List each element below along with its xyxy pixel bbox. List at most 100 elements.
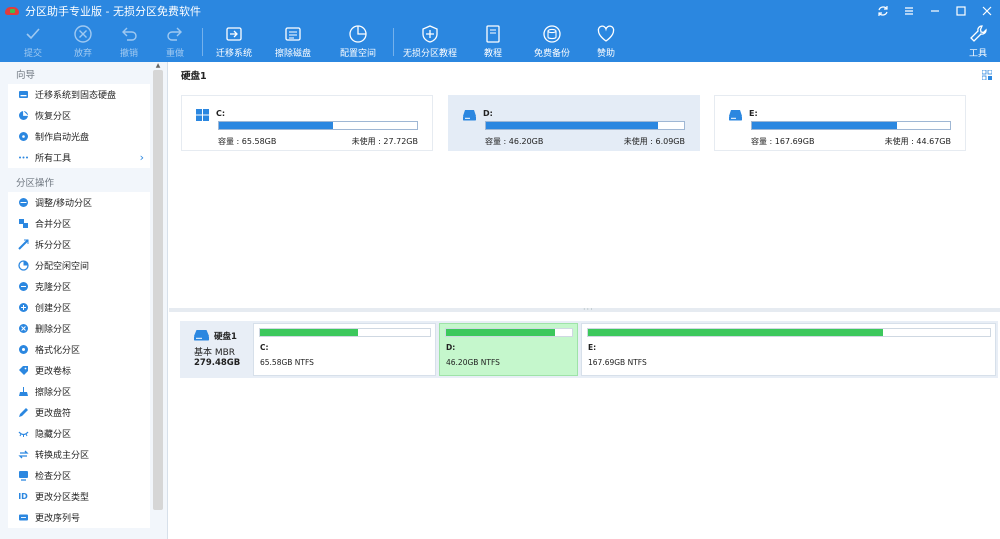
pie-chart-icon xyxy=(348,24,368,44)
disk-name: 硬盘1 xyxy=(214,332,237,342)
maximize-icon[interactable] xyxy=(954,4,968,18)
tag-icon xyxy=(17,365,29,377)
partition-name: E: xyxy=(588,343,597,352)
sidebar-item-all-tools[interactable]: 所有工具 › xyxy=(8,147,150,168)
volume-free: 未使用 : 27.72GB xyxy=(351,137,418,146)
partition-usage-fill xyxy=(588,329,884,336)
sidebar-item-check[interactable]: 检查分区 xyxy=(8,465,150,486)
migrate-system-button[interactable]: 迁移系统 xyxy=(206,24,262,60)
tutorial-button[interactable]: 教程 xyxy=(465,24,521,60)
wizard-section-title: 向导 xyxy=(16,70,36,81)
partition-usage-bar xyxy=(587,328,991,337)
sidebar-item-convert-primary[interactable]: 转换成主分区 xyxy=(8,444,150,465)
sidebar-item-recover-partition[interactable]: 恢复分区 xyxy=(8,105,150,126)
sidebar-scrollbar[interactable] xyxy=(153,70,163,510)
free-backup-button[interactable]: 免费备份 xyxy=(524,24,580,60)
sidebar-item-bootable-disc[interactable]: 制作启动光盘 xyxy=(8,126,150,147)
volume-card-e[interactable]: E: 容量 : 167.69GB 未使用 : 44.67GB xyxy=(714,95,966,151)
redo-button[interactable]: 重做 xyxy=(147,24,203,60)
scroll-up-arrow[interactable]: ▲ xyxy=(153,62,163,70)
toolbar-separator xyxy=(202,28,203,56)
partition-desc: 167.69GB NTFS xyxy=(588,358,647,367)
sidebar-item-change-label[interactable]: 更改卷标 xyxy=(8,360,150,381)
redo-icon xyxy=(165,24,185,44)
sidebar-item-format[interactable]: 格式化分区 xyxy=(8,339,150,360)
ssd-migrate-icon xyxy=(17,89,29,101)
partition-name: C: xyxy=(260,343,269,352)
undo-icon xyxy=(119,24,139,44)
volume-name: C: xyxy=(216,109,226,118)
volume-free: 未使用 : 44.67GB xyxy=(884,137,951,146)
volume-card-c[interactable]: C: 容量 : 65.58GB 未使用 : 27.72GB xyxy=(181,95,433,151)
partition-usage-bar xyxy=(259,328,431,337)
donate-button[interactable]: 赞助 xyxy=(578,24,634,60)
sidebar-item-allocate-free[interactable]: 分配空闲空间 xyxy=(8,255,150,276)
sidebar-item-change-serial[interactable]: 更改序列号 xyxy=(8,507,150,528)
usage-bar-fill xyxy=(219,122,334,129)
backup-disk-icon xyxy=(542,24,562,44)
tools-button[interactable]: 工具 xyxy=(958,24,998,60)
close-icon[interactable] xyxy=(980,4,994,18)
check-icon xyxy=(23,24,43,44)
commit-button[interactable]: 提交 xyxy=(5,24,61,60)
lossless-tutorial-button[interactable]: 无损分区教程 xyxy=(400,24,460,60)
heart-icon xyxy=(596,24,616,44)
toolbar: 提交 放弃 撤销 重做 迁移系统 擦除磁盘 配置空间 无损分区教程 教程 免费备… xyxy=(0,22,1000,62)
bootable-disc-icon xyxy=(17,131,29,143)
volume-capacity: 容量 : 167.69GB xyxy=(751,137,815,146)
volume-name: E: xyxy=(749,109,758,118)
more-dots-icon xyxy=(17,152,29,164)
recover-partition-icon xyxy=(17,110,29,122)
layout-toggle-icon[interactable] xyxy=(981,69,993,81)
cancel-circle-icon xyxy=(73,24,93,44)
disk-type: 基本 MBR xyxy=(194,348,236,358)
minimize-icon[interactable] xyxy=(928,4,942,18)
sidebar-item-create[interactable]: 创建分区 xyxy=(8,297,150,318)
clone-partition-icon xyxy=(17,281,29,293)
menu-icon[interactable] xyxy=(902,4,916,18)
disk-map-panel: 硬盘1 基本 MBR 279.48GB C: 65.58GB NTFS D: 4… xyxy=(169,312,1000,539)
format-partition-icon xyxy=(17,344,29,356)
sidebar-item-clone[interactable]: 克隆分区 xyxy=(8,276,150,297)
usage-bar-fill xyxy=(486,122,658,129)
wipe-disk-icon xyxy=(283,24,303,44)
sidebar-item-split[interactable]: 拆分分区 xyxy=(8,234,150,255)
app-logo-icon xyxy=(5,4,19,18)
sidebar-item-change-type[interactable]: ID 更改分区类型 xyxy=(8,486,150,507)
disk-size: 279.48GB xyxy=(194,358,241,368)
partition-block-c[interactable]: C: 65.58GB NTFS xyxy=(253,323,436,376)
partition-usage-fill xyxy=(446,329,556,336)
pencil-icon xyxy=(17,407,29,419)
migrate-drive-icon xyxy=(224,24,244,44)
hide-eye-icon xyxy=(17,428,29,440)
windows-logo-icon xyxy=(196,109,209,121)
sidebar-item-resize-move[interactable]: 调整/移动分区 xyxy=(8,192,150,213)
check-partition-icon xyxy=(17,470,29,482)
merge-partition-icon xyxy=(17,218,29,230)
usage-bar-fill xyxy=(752,122,898,129)
wipe-disk-button[interactable]: 擦除磁盘 xyxy=(265,24,321,60)
window-title: 分区助手专业版 - 无损分区免费软件 xyxy=(25,5,201,18)
delete-partition-icon xyxy=(17,323,29,335)
sidebar-item-change-letter[interactable]: 更改盘符 xyxy=(8,402,150,423)
partition-block-e[interactable]: E: 167.69GB NTFS xyxy=(581,323,996,376)
disk-map-row[interactable]: 硬盘1 基本 MBR 279.48GB C: 65.58GB NTFS D: 4… xyxy=(180,321,998,378)
volume-name: D: xyxy=(483,109,493,118)
partition-desc: 65.58GB NTFS xyxy=(260,358,314,367)
sidebar-item-hide[interactable]: 隐藏分区 xyxy=(8,423,150,444)
allocate-space-button[interactable]: 配置空间 xyxy=(330,24,386,60)
create-partition-icon xyxy=(17,302,29,314)
volume-card-d[interactable]: D: 容量 : 46.20GB 未使用 : 6.09GB xyxy=(448,95,700,151)
volume-capacity: 容量 : 46.20GB xyxy=(485,137,544,146)
sidebar-item-merge[interactable]: 合并分区 xyxy=(8,213,150,234)
sidebar-item-migrate-ssd[interactable]: 迁移系统到固态硬盘 xyxy=(8,84,150,105)
title-bar: 分区助手专业版 - 无损分区免费软件 xyxy=(0,0,1000,22)
refresh-icon[interactable] xyxy=(876,4,890,18)
partition-block-d[interactable]: D: 46.20GB NTFS xyxy=(439,323,578,376)
drive-icon xyxy=(729,109,742,121)
chevron-right-icon: › xyxy=(139,151,144,164)
sidebar-item-delete[interactable]: 删除分区 xyxy=(8,318,150,339)
sidebar-item-wipe[interactable]: 擦除分区 xyxy=(8,381,150,402)
resize-partition-icon xyxy=(17,197,29,209)
shield-plus-icon xyxy=(420,24,440,44)
